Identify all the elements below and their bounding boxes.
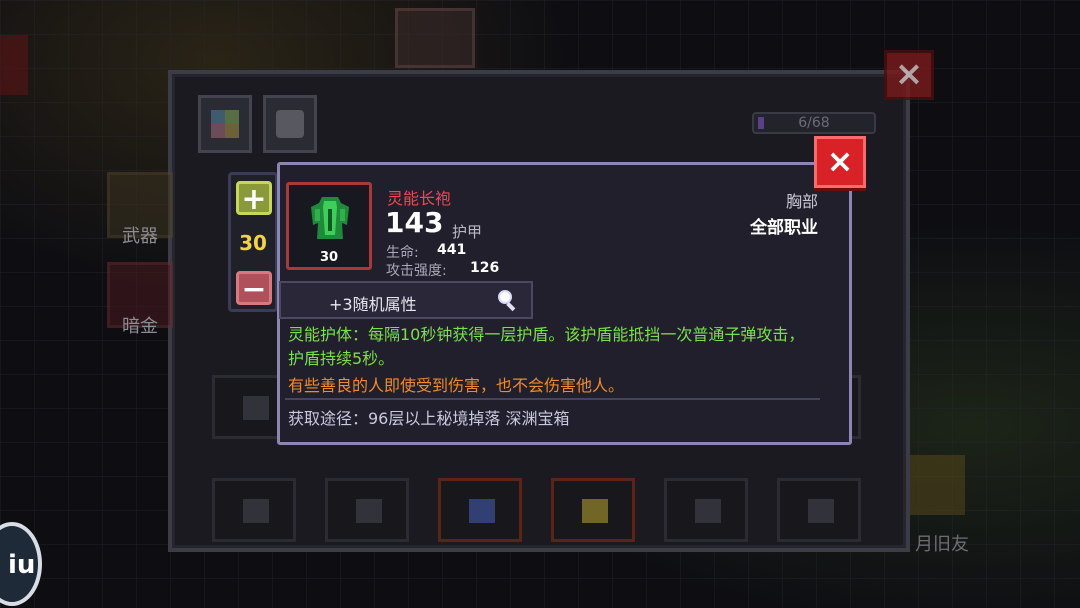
game-screen: 月旧友 × 6/68 武器 暗金 + 30 − 30 灵能长袍 143 护甲 生… bbox=[0, 0, 1080, 608]
increase-button[interactable]: + bbox=[236, 181, 272, 216]
inventory-slot[interactable] bbox=[664, 478, 748, 542]
item-level: 30 bbox=[319, 250, 339, 265]
class-requirement: 全部职业 bbox=[750, 218, 818, 238]
random-attribute-bar[interactable]: +3随机属性 bbox=[279, 281, 533, 319]
stat-value: 441 bbox=[437, 242, 467, 258]
stat-label: 攻击强度: bbox=[386, 263, 447, 279]
detail-close-button[interactable]: × bbox=[814, 136, 866, 188]
special-effect-text: 灵能护体：每隔10秒钟获得一层护盾。该护盾能抵挡一次普通子弹攻击，护盾持续5秒。 bbox=[288, 325, 805, 368]
tab-gems[interactable] bbox=[198, 95, 252, 153]
item-icon bbox=[243, 499, 269, 523]
divider bbox=[285, 398, 820, 400]
item-icon bbox=[808, 499, 834, 523]
stat-value: 126 bbox=[470, 260, 500, 276]
flavor-text: 有些善良的人即使受到伤害，也不会伤害他人。 bbox=[288, 376, 625, 395]
slot-type: 胸部 bbox=[785, 192, 818, 211]
item-icon bbox=[469, 499, 495, 523]
floating-button-icon: iu bbox=[8, 550, 36, 580]
background-character-right bbox=[905, 455, 965, 515]
background-character bbox=[395, 8, 475, 68]
inventory-close-button[interactable]: × bbox=[884, 50, 934, 100]
item-icon bbox=[582, 499, 608, 523]
stat-label: 生命: bbox=[386, 245, 419, 261]
inventory-slot[interactable] bbox=[438, 478, 522, 542]
item-icon bbox=[695, 499, 721, 523]
robe-icon bbox=[311, 197, 349, 239]
inventory-slot[interactable] bbox=[325, 478, 409, 542]
gems-icon bbox=[211, 110, 239, 138]
background-icon bbox=[0, 35, 28, 95]
side-item-label-weapon: 武器 bbox=[122, 226, 158, 247]
armor-value: 143 bbox=[385, 206, 444, 239]
armor-icon bbox=[276, 110, 304, 138]
magnify-icon[interactable] bbox=[496, 288, 520, 312]
random-attribute-label: +3随机属性 bbox=[329, 295, 417, 314]
side-item-label-dark-gold: 暗金 bbox=[122, 316, 158, 337]
decrease-button[interactable]: − bbox=[236, 271, 272, 306]
item-icon bbox=[243, 396, 269, 420]
item-icon-box: 30 bbox=[286, 182, 372, 270]
background-label: 月旧友 bbox=[915, 534, 969, 555]
source-text: 获取途径：96层以上秘境掉落 深渊宝箱 bbox=[288, 409, 570, 428]
level-stepper: + 30 − bbox=[228, 172, 278, 312]
inventory-slot[interactable] bbox=[212, 478, 296, 542]
item-icon bbox=[356, 499, 382, 523]
inventory-slot[interactable] bbox=[777, 478, 861, 542]
stepper-value: 30 bbox=[239, 231, 267, 255]
inventory-counter: 6/68 bbox=[752, 112, 876, 134]
tab-armor[interactable] bbox=[263, 95, 317, 153]
armor-label: 护甲 bbox=[452, 223, 483, 241]
inventory-slot[interactable] bbox=[551, 478, 635, 542]
